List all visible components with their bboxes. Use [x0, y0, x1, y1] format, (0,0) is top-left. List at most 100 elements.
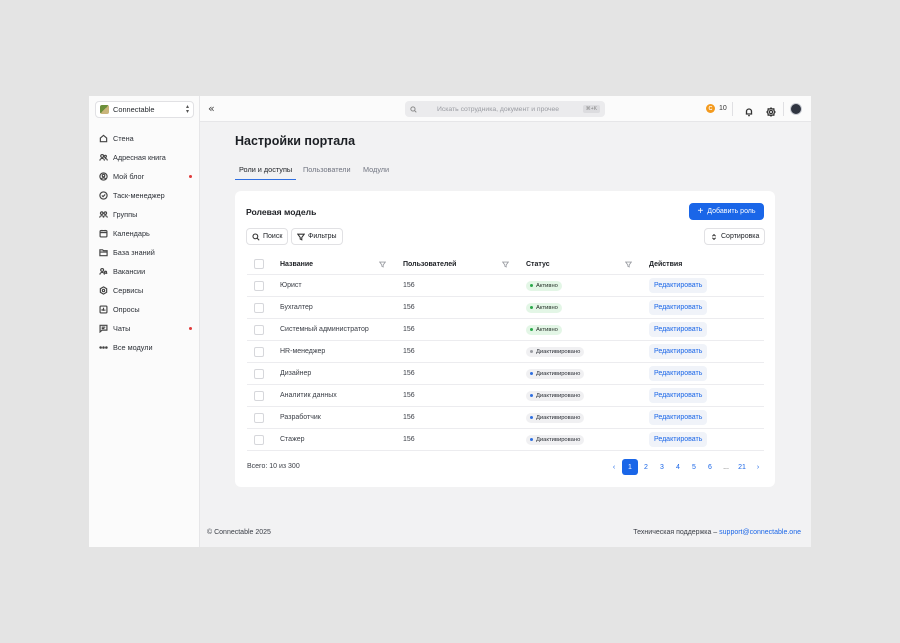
filter-button-label: Фильтры: [308, 233, 337, 240]
sidebar-item[interactable]: Сервисы: [89, 281, 200, 300]
bell-icon[interactable]: [744, 104, 754, 117]
tab-users[interactable]: Пользователи: [303, 162, 351, 180]
coins-count: 10: [719, 105, 727, 112]
sidebar-nav: Стена Адресная книга Мой блог Таск-менеджер…: [89, 129, 200, 357]
sidebar-item[interactable]: Стена: [89, 129, 200, 148]
divider: [732, 102, 733, 116]
sidebar-item[interactable]: Все модули: [89, 338, 200, 357]
more-icon: [99, 343, 108, 352]
status-text: Диактивировано: [536, 348, 581, 355]
gear-icon[interactable]: [766, 104, 776, 117]
filter-button[interactable]: Фильтры: [291, 228, 343, 245]
avatar[interactable]: [790, 103, 802, 115]
sidebar-item-label: База знаний: [113, 248, 155, 257]
search-shortcut: ⌘+K: [582, 105, 600, 113]
role-name: Разработчик: [280, 414, 321, 421]
edit-button[interactable]: Редактировать: [649, 410, 708, 425]
funnel-icon[interactable]: [625, 254, 632, 274]
next-page-icon[interactable]: ›: [750, 459, 766, 475]
status-badge: Активно: [526, 302, 562, 313]
sidebar-item-label: Мой блог: [113, 172, 145, 181]
select-all-checkbox[interactable]: [254, 259, 264, 269]
row-checkbox[interactable]: [254, 434, 264, 445]
table-row: Дизайнер 156 Диактивировано Редактировать: [247, 363, 764, 385]
status-dot: [530, 438, 533, 441]
edit-button[interactable]: Редактировать: [649, 322, 708, 337]
row-checkbox[interactable]: [254, 390, 264, 401]
sidebar-item-label: Таск-менеджер: [113, 191, 165, 200]
divider: [783, 102, 784, 116]
search-button[interactable]: Поиск: [246, 228, 289, 245]
page-button[interactable]: 4: [670, 459, 686, 475]
edit-button[interactable]: Редактировать: [649, 432, 708, 447]
row-checkbox[interactable]: [254, 324, 264, 335]
prev-page-icon[interactable]: ‹: [606, 459, 622, 475]
total-count: Всего: 10 из 300: [247, 463, 300, 470]
topbar: « Искать сотрудника, документ и прочее ⌘…: [200, 96, 811, 122]
roles-table: Название Пользователей Статус Действия Ю…: [247, 254, 764, 451]
status-badge: Диактивировано: [526, 412, 585, 423]
sidebar-item[interactable]: Опросы: [89, 300, 200, 319]
folder-icon: [99, 248, 108, 257]
edit-button[interactable]: Редактировать: [649, 388, 708, 403]
sidebar-item[interactable]: Группы: [89, 205, 200, 224]
edit-button[interactable]: Редактировать: [649, 366, 708, 381]
row-checkbox[interactable]: [254, 346, 264, 357]
page-button[interactable]: 3: [654, 459, 670, 475]
sidebar-item[interactable]: Таск-менеджер: [89, 186, 200, 205]
page-button[interactable]: 1: [622, 459, 638, 475]
page-title: Настройки портала: [235, 134, 356, 148]
card-title: Ролевая модель: [246, 207, 317, 217]
tab-modules[interactable]: Модули: [363, 162, 389, 180]
page-button[interactable]: 2: [638, 459, 654, 475]
row-checkbox[interactable]: [254, 280, 264, 291]
funnel-icon: [297, 233, 305, 241]
role-name: HR-менеджер: [280, 348, 326, 355]
sidebar-item[interactable]: Чаты: [89, 319, 200, 338]
group-icon: [99, 210, 108, 219]
sidebar-item-label: Группы: [113, 210, 138, 219]
sort-button[interactable]: Сортировка: [704, 228, 766, 245]
search-icon: [410, 105, 417, 113]
edit-button[interactable]: Редактировать: [649, 300, 708, 315]
status-dot: [530, 350, 533, 353]
status-dot: [530, 306, 533, 309]
funnel-icon[interactable]: [379, 254, 386, 274]
sidebar-item[interactable]: Адресная книга: [89, 148, 200, 167]
support-email-link[interactable]: support@connectable.one: [719, 529, 801, 536]
collapse-sidebar-icon[interactable]: «: [208, 102, 215, 115]
status-dot: [530, 372, 533, 375]
page-button[interactable]: 21: [734, 459, 750, 475]
support-info: Техническая поддержка – support@connecta…: [633, 529, 801, 536]
table-row: Юрист 156 Активно Редактировать: [247, 275, 764, 297]
status-badge: Диактивировано: [526, 368, 585, 379]
search-input[interactable]: Искать сотрудника, документ и прочее ⌘+K: [405, 101, 605, 117]
sidebar-item[interactable]: Вакансии: [89, 262, 200, 281]
org-switcher[interactable]: Connectable ▴ ▾: [95, 101, 194, 118]
status-badge: Диактивировано: [526, 390, 585, 401]
row-checkbox[interactable]: [254, 368, 264, 379]
row-checkbox[interactable]: [254, 302, 264, 313]
edit-button[interactable]: Редактировать: [649, 344, 708, 359]
row-checkbox[interactable]: [254, 412, 264, 423]
role-users: 156: [403, 436, 415, 443]
page-button[interactable]: 5: [686, 459, 702, 475]
page-button[interactable]: 6: [702, 459, 718, 475]
edit-button[interactable]: Редактировать: [649, 278, 708, 293]
role-users: 156: [403, 282, 415, 289]
sidebar-item-label: Чаты: [113, 324, 131, 333]
sidebar-item[interactable]: База знаний: [89, 243, 200, 262]
role-name: Юрист: [280, 282, 302, 289]
sidebar-item[interactable]: Мой блог: [89, 167, 200, 186]
sidebar-item-label: Адресная книга: [113, 153, 166, 162]
role-users: 156: [403, 414, 415, 421]
funnel-icon[interactable]: [502, 254, 509, 274]
add-role-button[interactable]: + Добавить роль: [689, 203, 764, 220]
sidebar-item[interactable]: Календарь: [89, 224, 200, 243]
tab-roles[interactable]: Роли и доступы: [235, 162, 297, 180]
coins-balance[interactable]: C 10: [706, 104, 727, 113]
org-name: Connectable: [113, 105, 155, 114]
search-button-label: Поиск: [263, 233, 283, 240]
home-icon: [99, 134, 108, 143]
table-row: Системный администратор 156 Активно Редакти…: [247, 319, 764, 341]
